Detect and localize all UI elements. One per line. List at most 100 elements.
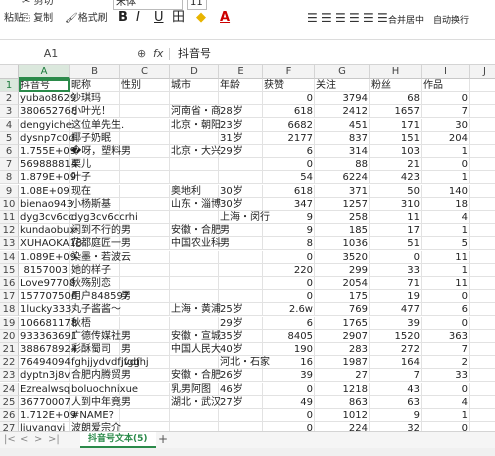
table-cell[interactable]: 秋梧 (70, 316, 120, 330)
table-cell[interactable] (170, 356, 219, 370)
table-cell[interactable] (120, 409, 170, 422)
table-cell[interactable]: 秋殇别恋 (70, 277, 120, 290)
row-header[interactable]: 5 (0, 131, 19, 145)
align-right-icon[interactable]: ☰ (377, 10, 388, 26)
table-cell[interactable]: 2 (422, 356, 470, 370)
table-cell[interactable]: 北京・大兴 (170, 145, 221, 158)
table-cell[interactable]: yubao8629 (19, 92, 76, 106)
header-cell[interactable]: 粉丝 (370, 79, 422, 92)
table-cell[interactable] (470, 422, 495, 431)
table-cell[interactable]: 363 (422, 329, 470, 343)
table-cell[interactable]: 6 (263, 316, 315, 330)
table-cell[interactable]: 9 (263, 211, 315, 224)
table-cell[interactable]: 丸子酱酱～ (70, 303, 121, 317)
table-cell[interactable] (120, 131, 170, 145)
table-cell[interactable]: 39 (263, 369, 315, 383)
table-cell[interactable] (120, 422, 170, 431)
table-cell[interactable]: 164 (370, 356, 422, 370)
table-cell[interactable]: 0 (263, 409, 315, 422)
header-cell[interactable]: 性别 (120, 79, 170, 92)
row-header[interactable]: 8 (0, 171, 19, 185)
table-cell[interactable]: 7 (370, 369, 422, 383)
row-header[interactable]: 23 (0, 369, 19, 383)
table-cell[interactable]: 2907 (315, 329, 370, 343)
row-header[interactable]: 27 (0, 422, 19, 431)
table-cell[interactable]: 151 (370, 131, 422, 145)
table-cell[interactable]: 31岁 (219, 131, 263, 145)
table-cell[interactable]: 30 (422, 118, 470, 132)
table-cell[interactable]: 男 (120, 237, 170, 251)
table-cell[interactable]: 185 (315, 224, 370, 238)
table-cell[interactable]: 190 (263, 343, 315, 356)
row-header[interactable]: 1 (0, 79, 19, 92)
table-cell[interactable]: #NAME? (70, 409, 120, 422)
name-box[interactable]: A1 (0, 45, 102, 63)
header-cell[interactable]: 获赞 (263, 79, 315, 92)
table-cell[interactable]: 63 (370, 395, 422, 409)
table-cell[interactable]: 76494094 (19, 356, 71, 370)
table-cell[interactable]: 49 (263, 395, 315, 409)
row-header[interactable]: 25 (0, 395, 19, 409)
table-cell[interactable]: 这位单先生. (70, 118, 124, 132)
table-cell[interactable]: 314 (315, 145, 370, 158)
table-cell[interactable]: 0 (263, 290, 315, 304)
table-cell[interactable]: 河南省・商 (170, 105, 221, 119)
table-cell[interactable]: 7 (422, 343, 470, 356)
table-cell[interactable] (470, 264, 495, 277)
table-cell[interactable]: 3794 (315, 92, 370, 106)
table-cell[interactable]: 0 (263, 250, 315, 264)
row-header[interactable]: 3 (0, 105, 19, 119)
table-cell[interactable]: 小叶光！ (70, 105, 120, 119)
table-cell[interactable] (470, 317, 495, 330)
table-cell[interactable]: 29岁 (219, 145, 263, 158)
table-cell[interactable]: 1012 (315, 409, 370, 422)
table-cell[interactable]: 140 (422, 184, 470, 198)
table-cell[interactable]: 23岁 (219, 118, 263, 132)
table-cell[interactable]: 1.08E+09 (19, 184, 70, 198)
table-cell[interactable] (470, 105, 495, 119)
table-cell[interactable]: 男 (219, 224, 263, 238)
column-header-a[interactable]: A (19, 65, 70, 79)
table-cell[interactable]: 1765 (315, 316, 370, 330)
table-cell[interactable]: 1.089E+09 (19, 250, 76, 264)
table-cell[interactable] (470, 396, 495, 409)
row-header[interactable]: 18 (0, 303, 19, 317)
table-cell[interactable]: 7 (422, 105, 470, 119)
row-header[interactable]: 13 (0, 237, 19, 251)
table-cell[interactable] (170, 422, 219, 431)
table-cell[interactable]: 沙琪玛 (70, 92, 120, 106)
row-header[interactable]: 11 (0, 211, 19, 224)
column-header-d[interactable]: D (170, 65, 219, 79)
table-cell[interactable] (470, 330, 495, 343)
table-cell[interactable] (470, 92, 495, 106)
table-cell[interactable]: 6 (422, 303, 470, 317)
fill-color-icon[interactable]: ◆ (196, 10, 206, 26)
table-cell[interactable]: 1 (422, 409, 470, 422)
table-cell[interactable]: jvdfhj (120, 356, 170, 370)
table-cell[interactable] (470, 198, 495, 211)
table-cell[interactable]: 310 (370, 197, 422, 211)
table-cell[interactable]: 50 (370, 184, 422, 198)
table-cell[interactable]: 2177 (263, 131, 315, 145)
table-cell[interactable]: 19 (370, 290, 422, 304)
table-cell[interactable] (120, 171, 170, 185)
column-header-i[interactable]: I (422, 65, 470, 79)
table-cell[interactable]: 569888814 (19, 158, 77, 172)
table-cell[interactable] (170, 171, 219, 185)
table-cell[interactable]: 32 (370, 422, 422, 431)
format-painter-button[interactable]: 🖌格式刷 (65, 13, 108, 25)
table-cell[interactable]: 闲到不行的 (70, 224, 121, 238)
table-cell[interactable] (219, 263, 263, 277)
table-cell[interactable]: 2.6w (263, 303, 315, 317)
first-sheet-icon[interactable]: |< (4, 433, 16, 447)
table-cell[interactable]: 6 (263, 145, 315, 158)
table-cell[interactable]: bienao943 (19, 197, 73, 211)
table-cell[interactable]: dengyiche (19, 118, 72, 132)
row-header[interactable]: 2 (0, 92, 19, 106)
table-cell[interactable]: 8405 (263, 329, 315, 343)
table-cell[interactable]: 8 (263, 237, 315, 251)
table-cell[interactable]: 769 (315, 303, 370, 317)
align-middle-icon[interactable]: ☰ (321, 10, 332, 26)
table-cell[interactable] (120, 303, 170, 317)
table-cell[interactable]: 1.879E+09 (19, 171, 76, 185)
